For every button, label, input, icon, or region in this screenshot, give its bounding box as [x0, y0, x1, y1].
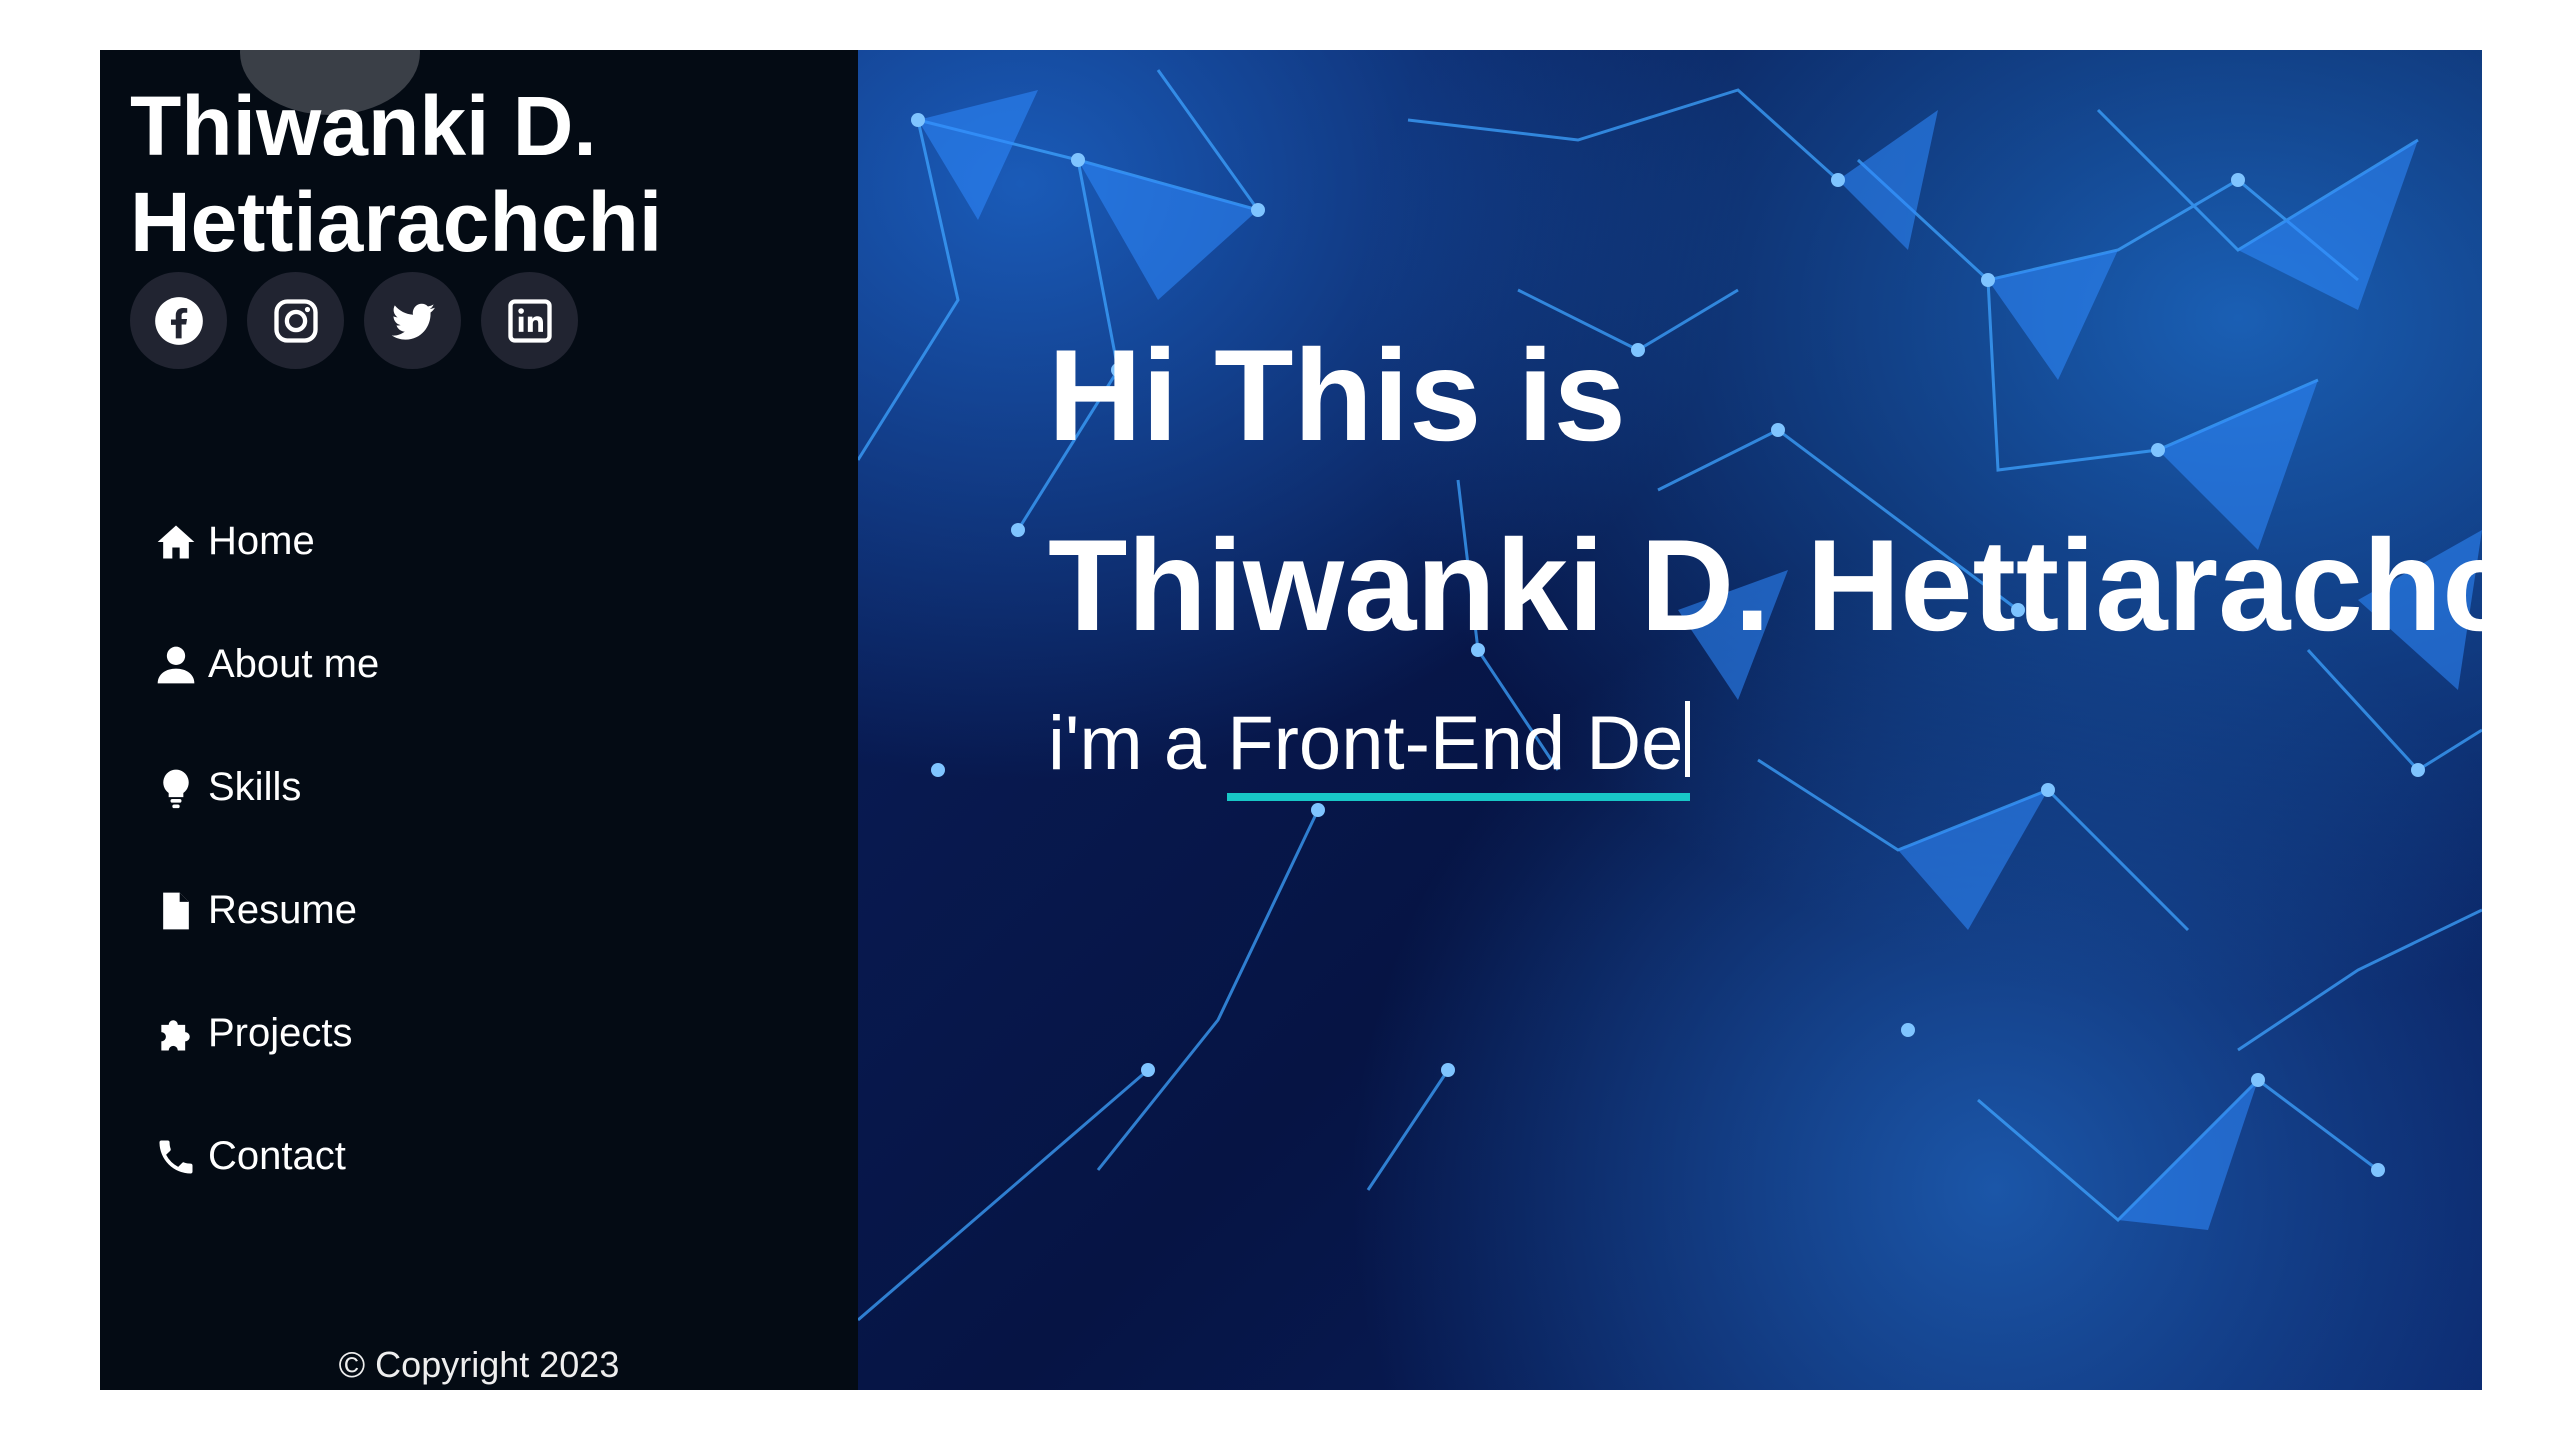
instagram-button[interactable]	[247, 272, 344, 369]
copyright: © Copyright 2023	[338, 1344, 620, 1385]
nav-item-skills[interactable]: Skills	[152, 726, 379, 849]
nav-item-resume[interactable]: Resume	[152, 849, 379, 972]
hero-subtitle-prefix: i'm a	[1048, 701, 1228, 786]
user-icon	[152, 641, 200, 689]
hero-text: Hi This is Thiwanki D. Hettiarachchi i'm…	[1048, 300, 2482, 801]
hero-line2: Thiwanki D. Hettiarachchi	[1048, 512, 2482, 658]
nav-label-resume: Resume	[208, 888, 357, 932]
facebook-icon	[154, 296, 203, 345]
hero-line1: Hi This is	[1048, 322, 1626, 468]
hero-subtitle: i'm a Front-End De	[1048, 700, 2482, 801]
puzzle-icon	[152, 1010, 200, 1058]
home-icon	[152, 518, 200, 566]
nav-item-projects[interactable]: Projects	[152, 972, 379, 1095]
site-name: Thiwanki D. Hettiarachchi	[130, 78, 830, 270]
nav-label-projects: Projects	[208, 1011, 353, 1055]
facebook-button[interactable]	[130, 272, 227, 369]
linkedin-icon	[507, 298, 552, 343]
linkedin-button[interactable]	[481, 272, 578, 369]
typing-cursor	[1685, 701, 1691, 777]
nav-label-contact: Contact	[208, 1134, 346, 1178]
nav-label-about: About me	[208, 642, 380, 686]
page-frame: Thiwanki D. Hettiarachchi Home About me …	[100, 50, 2482, 1390]
sidebar-nav: Home About me Skills Resume Projects Con…	[152, 480, 379, 1218]
hero-section: Hi This is Thiwanki D. Hettiarachchi i'm…	[858, 50, 2482, 1390]
social-links	[130, 272, 578, 369]
twitter-button[interactable]	[364, 272, 461, 369]
hero-heading: Hi This is Thiwanki D. Hettiarachchi	[1048, 300, 2482, 680]
typed-text: Front-End De	[1227, 700, 1691, 801]
twitter-icon	[391, 303, 435, 340]
site-name-line1: Thiwanki D.	[130, 79, 597, 173]
sidebar: Thiwanki D. Hettiarachchi Home About me …	[100, 50, 858, 1390]
nav-item-home[interactable]: Home	[152, 480, 379, 603]
nav-item-contact[interactable]: Contact	[152, 1095, 379, 1218]
phone-icon	[152, 1133, 200, 1181]
site-name-line2: Hettiarachchi	[130, 175, 663, 269]
typed-text-value: Front-End De	[1227, 701, 1684, 786]
nav-label-home: Home	[208, 519, 315, 563]
nav-item-about[interactable]: About me	[152, 603, 379, 726]
nav-label-skills: Skills	[208, 765, 302, 809]
file-icon	[152, 887, 200, 935]
instagram-icon	[273, 298, 318, 343]
lightbulb-icon	[152, 764, 200, 812]
